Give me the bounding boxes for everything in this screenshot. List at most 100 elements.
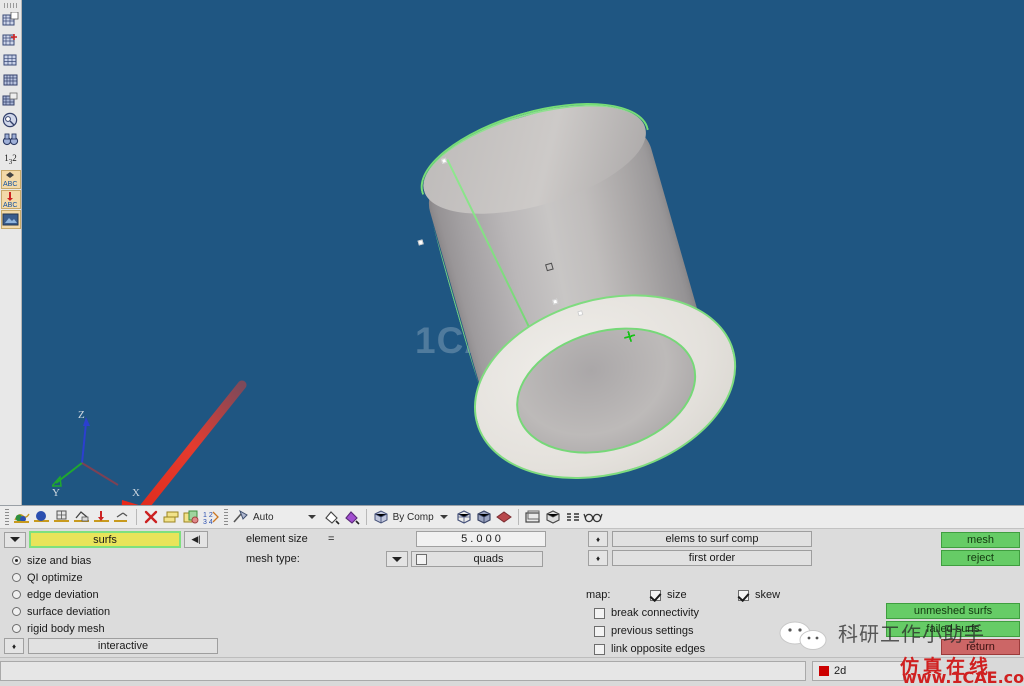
destination-dropdown-label: elems to surf comp	[665, 533, 759, 545]
glasses-icon[interactable]	[583, 507, 603, 527]
toolbar-separator	[136, 509, 137, 525]
3d-viewport[interactable]: 1CAE.COM Z Y	[22, 0, 1024, 505]
break-connectivity-option[interactable]: break connectivity	[594, 604, 699, 622]
color-fill-icon[interactable]	[342, 507, 362, 527]
mesh-add-icon[interactable]	[1, 30, 21, 49]
radio-surface-deviation[interactable]: surface deviation	[4, 603, 110, 620]
interactive-button-label: interactive	[97, 640, 149, 652]
previous-settings-option[interactable]: previous settings	[594, 622, 694, 640]
selector-reset-button[interactable]: ◀|	[184, 531, 208, 548]
checkbox-indicator	[738, 589, 749, 601]
radio-indicator	[12, 556, 21, 565]
delete-icon[interactable]	[141, 507, 161, 527]
radio-qi-optimize[interactable]: QI optimize	[4, 569, 110, 586]
shaded-geom-icon[interactable]	[494, 507, 514, 527]
color-by-comp-label: By Comp	[392, 511, 434, 523]
mesh-method-radio-group[interactable]: size and bias QI optimize edge deviation…	[4, 552, 110, 637]
radio-edge-deviation[interactable]: edge deviation	[4, 586, 110, 603]
iso-view-icon[interactable]	[543, 507, 563, 527]
surfs-selector[interactable]: surfs	[29, 531, 181, 548]
order-spinner[interactable]: ♦	[588, 550, 608, 566]
wireframe-cube-icon[interactable]	[454, 507, 474, 527]
site-url-watermark: www.1CAE.com	[902, 668, 1024, 686]
radio-label: QI optimize	[27, 571, 83, 584]
geom-surfaces-icon[interactable]	[12, 507, 32, 527]
mode-color-swatch	[819, 666, 829, 676]
wechat-logo-icon	[779, 621, 827, 650]
radio-indicator	[12, 573, 21, 582]
abc-note-icon[interactable]: ABC	[0, 190, 21, 209]
interactive-button[interactable]: interactive	[28, 638, 218, 654]
geom-solid-icon[interactable]	[32, 507, 52, 527]
radio-indicator	[12, 607, 21, 616]
radio-rigid-body-mesh[interactable]: rigid body mesh	[4, 620, 110, 637]
cylinder-model[interactable]	[383, 67, 790, 505]
map-size-option[interactable]: size	[650, 586, 687, 604]
radio-size-and-bias[interactable]: size and bias	[4, 552, 110, 569]
checkbox-label: link opposite edges	[611, 643, 706, 655]
geom-lines-icon[interactable]	[72, 507, 92, 527]
left-vertical-toolbar[interactable]: 132 ABC ABC	[0, 0, 22, 505]
display-mode-auto-icon[interactable]	[231, 507, 251, 527]
paint-bucket-icon[interactable]	[322, 507, 342, 527]
chevron-down-icon	[10, 537, 20, 542]
geom-points-icon[interactable]	[92, 507, 112, 527]
color-by-comp-icon[interactable]	[371, 507, 391, 527]
toolbar-grip[interactable]	[5, 509, 9, 525]
mesh-type-checkbox[interactable]	[416, 553, 427, 565]
z-axis-line	[81, 422, 87, 464]
link-opposite-edges-option[interactable]: link opposite edges	[594, 640, 705, 658]
mesh-grid-icon[interactable]	[1, 70, 21, 89]
numbers-icon[interactable]: 132	[1, 150, 21, 169]
main-horizontal-toolbar[interactable]: 1 23 4 Auto By Comp	[0, 505, 1024, 529]
order-dropdown[interactable]: first order	[612, 550, 812, 566]
map-skew-option[interactable]: skew	[738, 586, 780, 604]
surfs-selector-value: surfs	[93, 533, 117, 546]
svg-text:ABC: ABC	[3, 181, 17, 188]
status-message	[1, 666, 6, 678]
mesh-type-dropdown[interactable]	[386, 551, 408, 567]
chevron-down-icon[interactable]	[439, 515, 448, 519]
toolbar-grip[interactable]	[224, 509, 228, 525]
flat-view-icon[interactable]	[523, 507, 543, 527]
mesh-elements-icon[interactable]	[1, 50, 21, 69]
element-size-input[interactable]: 5 . 0 0 0	[416, 531, 546, 547]
chevron-down-icon	[392, 556, 402, 562]
unmeshed-surfs-button[interactable]: unmeshed surfs	[886, 603, 1020, 619]
x-axis-line	[81, 462, 119, 486]
checkbox-label: skew	[755, 589, 781, 601]
shaded-cube-icon[interactable]	[474, 507, 494, 527]
mesh-button[interactable]: mesh	[941, 532, 1020, 548]
y-axis-label: Y	[52, 487, 60, 499]
mesh-type-value-button[interactable]: quads	[411, 551, 543, 567]
application-window: 1CAE.COM Z Y	[0, 0, 1024, 686]
mesh-edit-icon[interactable]	[1, 10, 21, 29]
mask-icon[interactable]	[1, 110, 21, 129]
entity-type-dropdown[interactable]	[4, 531, 26, 548]
map-label: map:	[586, 589, 611, 601]
geom-edges-icon[interactable]	[52, 507, 72, 527]
interactive-mode-spinner[interactable]: ♦	[4, 638, 24, 654]
mesh-shade-icon[interactable]	[1, 90, 21, 109]
toolbar-grip[interactable]	[3, 3, 18, 8]
destination-spinner[interactable]: ♦	[588, 531, 608, 547]
mesh-lines-icon[interactable]	[563, 507, 583, 527]
chevron-down-icon[interactable]	[307, 515, 316, 519]
image-capture-icon[interactable]	[0, 210, 21, 229]
geom-nodes-icon[interactable]	[112, 507, 132, 527]
copy-icon[interactable]	[181, 507, 201, 527]
destination-dropdown[interactable]: elems to surf comp	[612, 531, 812, 547]
mode-indicator[interactable]: 2d	[812, 661, 904, 681]
find-binoculars-icon[interactable]	[1, 130, 21, 149]
status-message-field[interactable]	[0, 661, 806, 681]
reject-button[interactable]: reject	[941, 550, 1020, 566]
svg-text:3 4: 3 4	[203, 519, 213, 525]
radio-label: size and bias	[27, 554, 92, 567]
z-axis-label: Z	[78, 409, 85, 421]
status-bar: 2d	[0, 657, 1024, 686]
radio-label: surface deviation	[27, 605, 111, 618]
element-size-value: 5 . 0 0 0	[461, 533, 501, 545]
organize-icon[interactable]	[161, 507, 181, 527]
renumber-icon[interactable]: 1 23 4	[201, 507, 221, 527]
abc-label-icon[interactable]: ABC	[0, 170, 21, 189]
